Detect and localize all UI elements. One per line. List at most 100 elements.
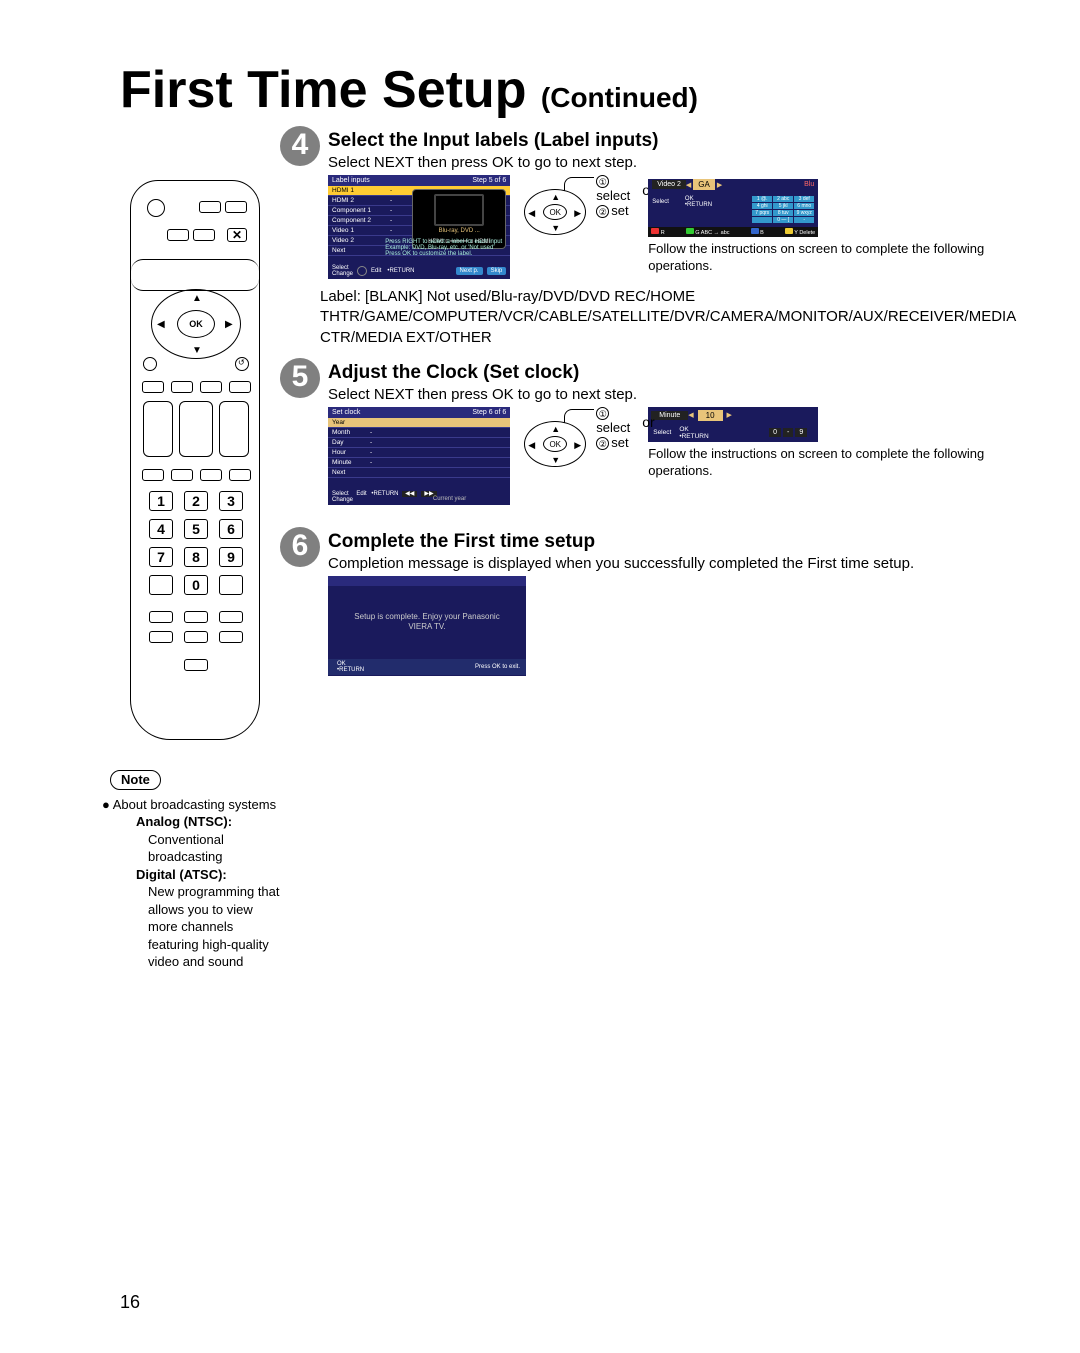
remote-rocker: [219, 401, 249, 457]
step-6-subtext: Completion message is displayed when you…: [328, 555, 1020, 572]
step-5-heading: Adjust the Clock (Set clock): [328, 362, 1020, 384]
circled-2-icon: ②: [596, 437, 609, 450]
return-arrow-icon: ↺: [238, 358, 245, 367]
left-arrow-icon: ◀: [686, 181, 691, 189]
right-arrow-icon: ▶: [574, 440, 581, 451]
numpad-6: 6: [219, 519, 243, 539]
osd-change-hint: Change: [332, 271, 353, 277]
osd-row: Hour-: [328, 448, 510, 458]
step4-follow-note: Follow the instructions on screen to com…: [648, 241, 1020, 275]
circled-2-icon: ②: [596, 205, 609, 218]
numpad-blank: [219, 575, 243, 595]
osd-row: Day-: [328, 438, 510, 448]
or-label: or: [642, 414, 654, 430]
up-arrow-icon: ▲: [192, 293, 202, 304]
left-arrow-icon: ◀: [528, 208, 535, 219]
r-button-label: R: [661, 230, 665, 236]
right-arrow-icon: ▶: [717, 181, 722, 189]
minute-edit-osd: Minute ◀ 10 ▶ Select OK•RETURN: [648, 407, 818, 442]
osd-hint-text: Press RIGHT to select a label for each i…: [385, 239, 502, 257]
remote-btn: [171, 469, 193, 481]
remote-round-button: [143, 357, 157, 371]
dpad-illustration: OK ▲ ▼ ◀ ▶ ①select ②set or: [524, 175, 634, 249]
step-5-subtext: Select NEXT then press OK to go to next …: [328, 386, 1020, 403]
sel-hint: Select: [653, 429, 671, 436]
blu-hint: Blu: [804, 181, 814, 188]
right-arrow-icon: ▶: [727, 411, 732, 419]
step5-follow-note: Follow the instructions on screen to com…: [648, 446, 1020, 480]
down-arrow-icon: ▼: [551, 223, 560, 233]
numpad-7: 7: [149, 547, 173, 567]
step-4: 4 Select the Input labels (Label inputs)…: [280, 130, 1020, 279]
sel-hint: Select: [652, 199, 669, 205]
step-number-badge: 6: [280, 527, 320, 567]
edit-field-value: GA: [693, 179, 715, 190]
minute-field-name: Minute: [651, 411, 688, 420]
completion-osd: Setup is complete. Enjoy your Panasonic …: [328, 576, 526, 676]
osd-return: RETURN: [373, 491, 398, 497]
remote-btn: [184, 611, 208, 623]
analog-ntsc-title: Analog (NTSC):: [136, 813, 280, 831]
remote-rocker: [143, 401, 173, 457]
keypad-0: 0: [769, 428, 781, 437]
step-4-subtext: Select NEXT then press OK to go to next …: [328, 154, 1020, 171]
remote-small-button: [225, 201, 247, 213]
numpad-1: 1: [149, 491, 173, 511]
step-number-badge: 5: [280, 358, 320, 398]
gear-icon: [672, 197, 682, 207]
osd-title: Label inputs: [332, 177, 370, 184]
set-label: set: [611, 203, 628, 218]
keypad-9: 9: [795, 428, 807, 437]
digital-atsc-desc: New programming that allows you to view …: [148, 883, 280, 971]
set-label: set: [611, 435, 628, 450]
osd-edit-hint: Edit: [371, 268, 381, 274]
circled-1-icon: ①: [596, 175, 609, 188]
bullet-icon: ●: [102, 797, 110, 812]
down-arrow-icon: ▼: [551, 455, 560, 465]
title-continued: (Continued): [541, 82, 698, 113]
page-title: First Time Setup (Continued): [120, 60, 1020, 120]
press-ok-exit: Press OK to exit.: [475, 664, 520, 670]
numpad-blank: [149, 575, 173, 595]
remote-btn: [229, 469, 251, 481]
set-clock-osd: Set clockStep 6 of 6 Year Month- Day- Ho…: [328, 407, 510, 505]
label-options-text: Label: [BLANK] Not used/Blu-ray/DVD/DVD …: [320, 287, 1020, 348]
remote-btn: [184, 659, 208, 671]
color-button: [142, 381, 164, 393]
step-6-heading: Complete the First time setup: [328, 531, 1020, 553]
analog-ntsc-desc: Conventional broadcasting: [148, 831, 280, 866]
remote-btn: [149, 631, 173, 643]
y-button-label: Y Delete: [794, 230, 815, 236]
remote-btn: [149, 611, 173, 623]
remote-btn: [219, 611, 243, 623]
dpad-illustration: OK ▲ ▼ ◀ ▶ ①select ②set or: [524, 407, 634, 481]
b-button-label: B: [760, 230, 764, 236]
left-arrow-icon: ◀: [688, 411, 693, 419]
osd-title: Set clock: [332, 409, 360, 416]
edit-field-name: Video 2: [652, 180, 686, 189]
notes-section: Note ● About broadcasting systems Analog…: [110, 770, 280, 971]
osd-row-year: Year: [328, 418, 510, 428]
note-lead: About broadcasting systems: [113, 797, 276, 812]
color-button: [229, 381, 251, 393]
step-5: 5 Adjust the Clock (Set clock) Select NE…: [280, 362, 1020, 505]
current-year-hint: Current year: [433, 496, 466, 502]
numpad-5: 5: [184, 519, 208, 539]
numpad-8: 8: [184, 547, 208, 567]
keypad-dash: -: [783, 428, 793, 437]
step-4-heading: Select the Input labels (Label inputs): [328, 130, 1020, 152]
remote-exit-button: ✕: [227, 228, 247, 242]
numpad-4: 4: [149, 519, 173, 539]
osd-step: Step 6 of 6: [472, 409, 506, 416]
remote-control-illustration: ✕ OK ▲ ▼ ◀ ▶ ↺: [130, 180, 260, 740]
keypad-grid: 1 @.2 abc3 def 4 ghi5 jkl6 mno 7 pqrs8 t…: [752, 196, 814, 223]
remote-power-icon: [147, 199, 165, 217]
remote-small-button: [199, 201, 221, 213]
gear-icon: [357, 266, 367, 276]
numpad-9: 9: [219, 547, 243, 567]
numpad-2: 2: [184, 491, 208, 511]
remote-block: [179, 401, 213, 457]
title-main: First Time Setup: [120, 61, 526, 119]
up-arrow-icon: ▲: [551, 192, 560, 202]
remote-small-button: [167, 229, 189, 241]
